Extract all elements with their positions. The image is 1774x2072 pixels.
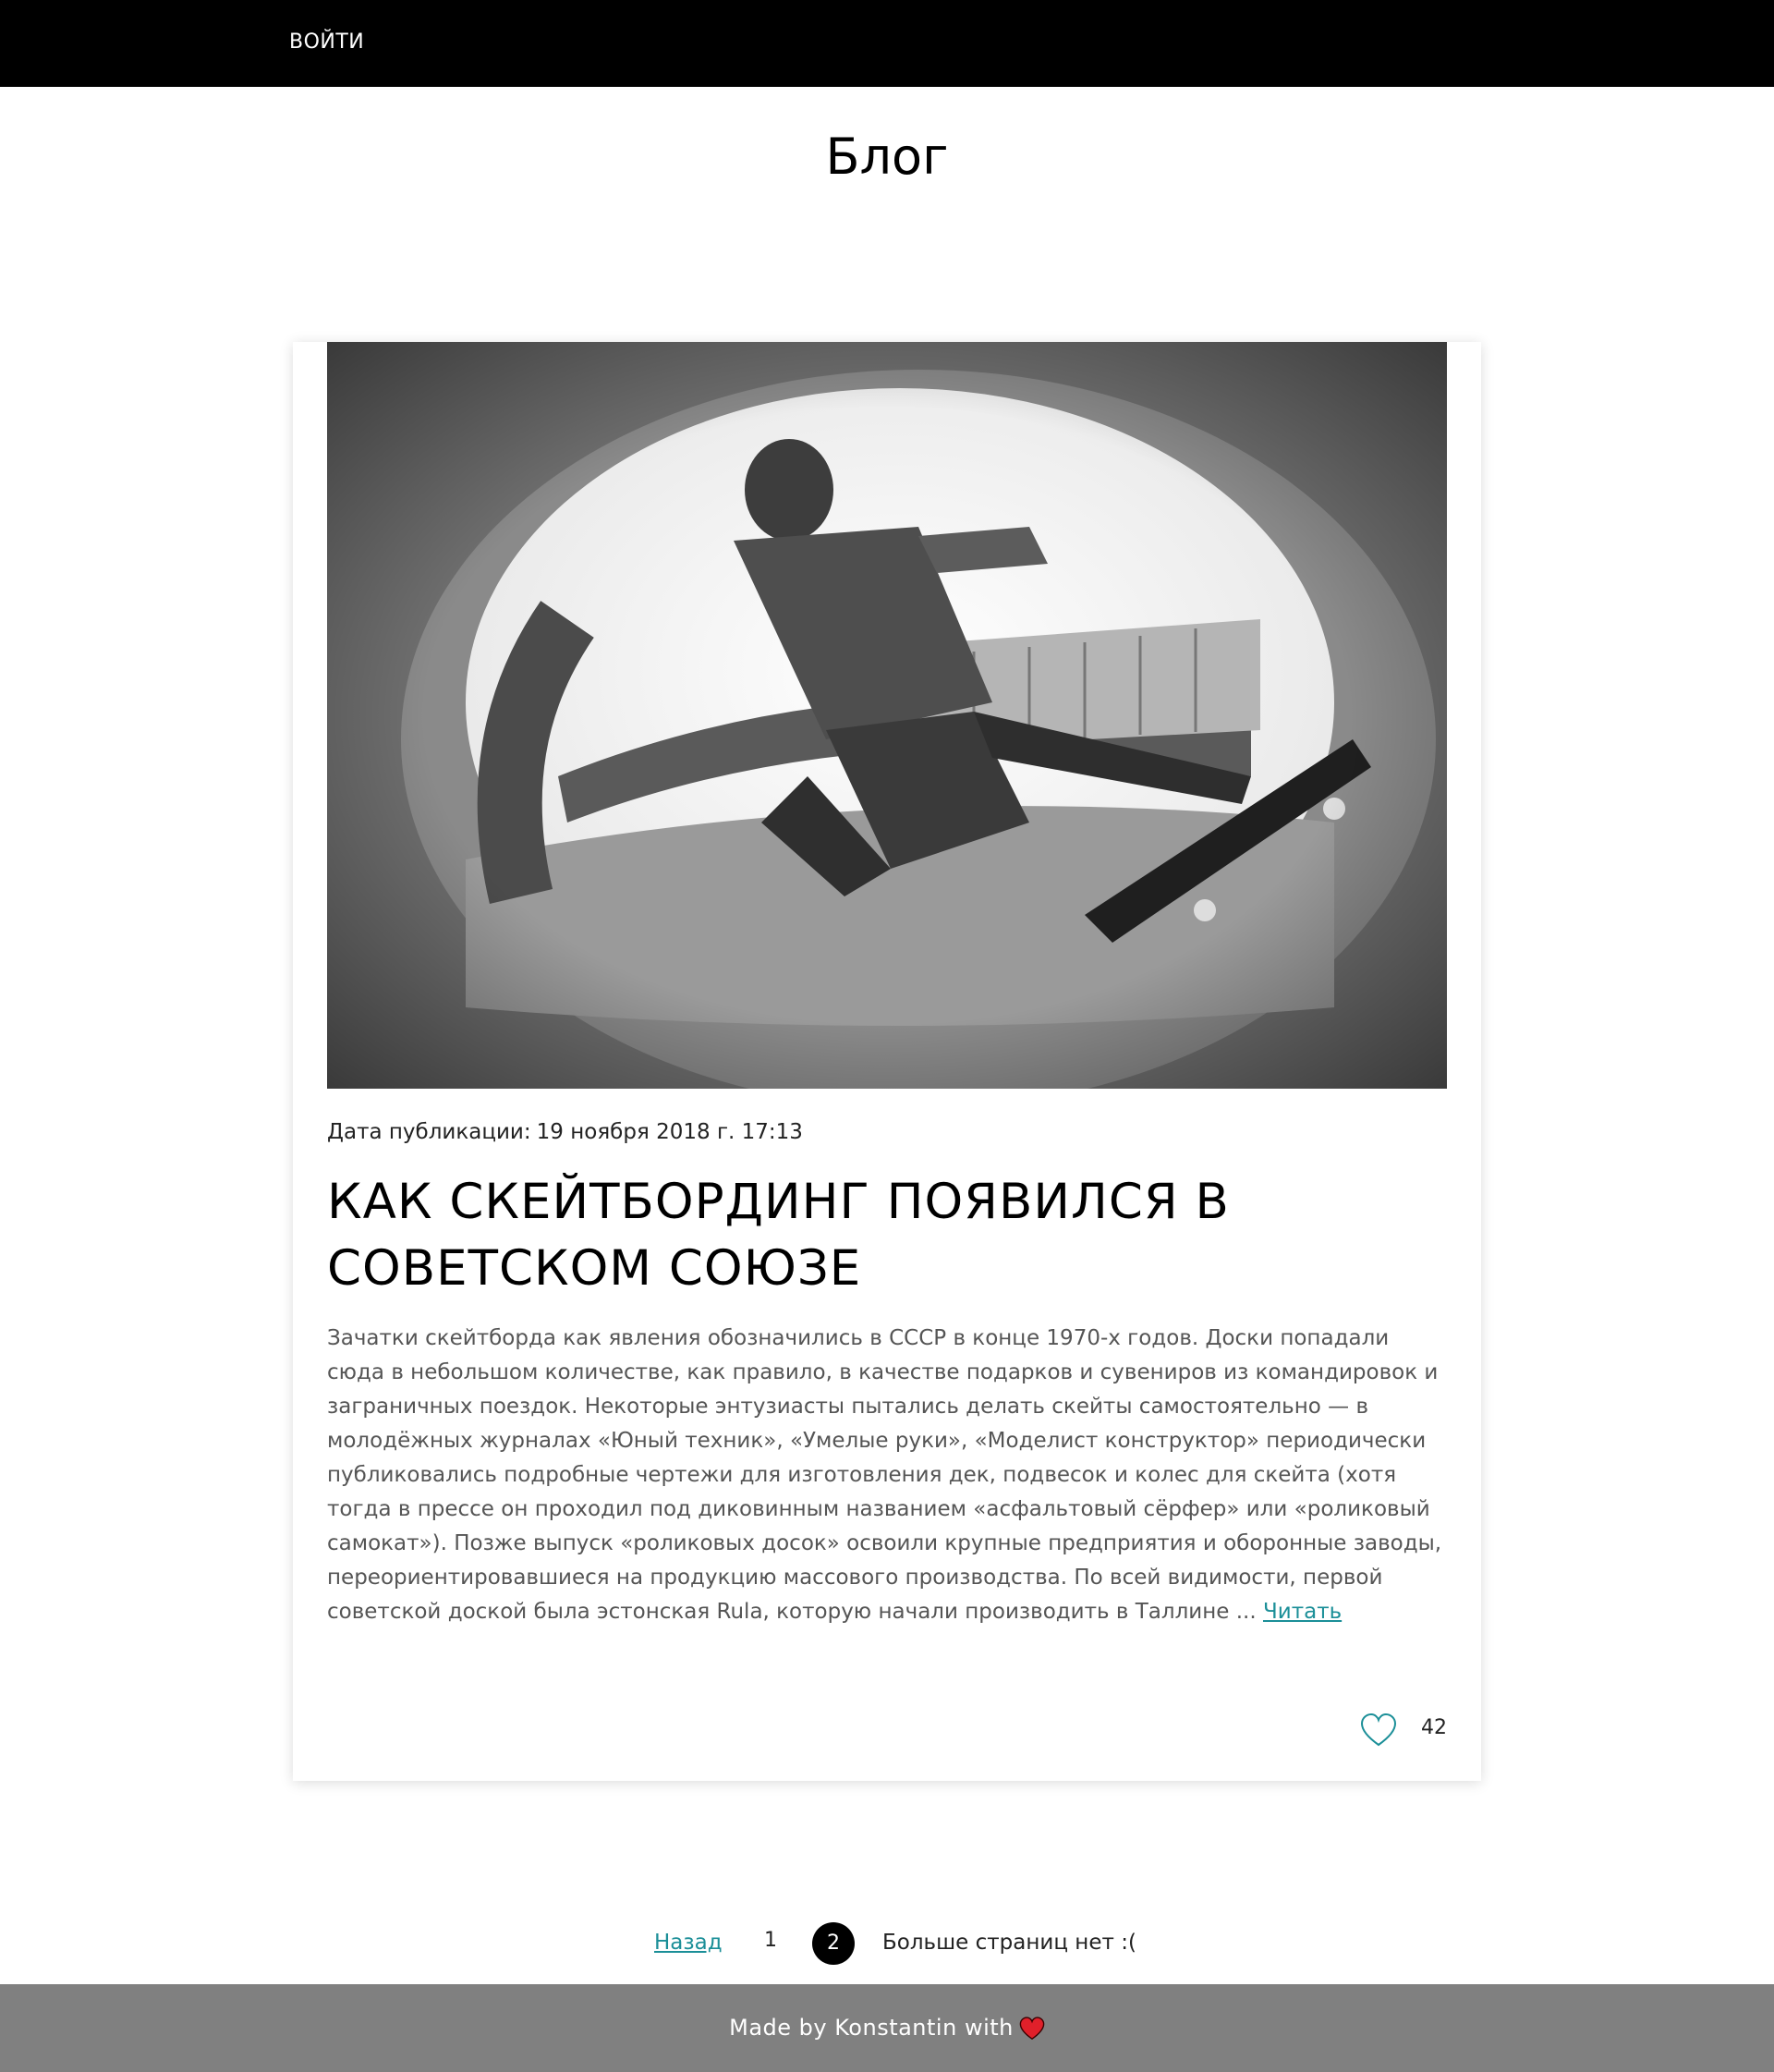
- post-title[interactable]: КАК СКЕЙТБОРДИНГ ПОЯВИЛСЯ В СОВЕТСКОМ СО…: [327, 1169, 1447, 1302]
- publication-date-value: 19 ноября 2018 г. 17:13: [536, 1120, 803, 1144]
- heart-outline-icon: [1360, 1712, 1397, 1747]
- post-excerpt: Зачатки скейтборда как явления обозначил…: [327, 1322, 1447, 1629]
- skatepark-photo: [327, 342, 1447, 1089]
- login-link[interactable]: ВОЙТИ: [289, 30, 364, 54]
- like-count: 42: [1421, 1716, 1447, 1739]
- footer: Made by Konstantin with: [0, 1984, 1774, 2072]
- top-navbar: ВОЙТИ: [0, 0, 1774, 87]
- publication-date: Дата публикации: 19 ноября 2018 г. 17:13: [327, 1120, 803, 1144]
- footer-text: Made by Konstantin with: [729, 2015, 1014, 2041]
- prev-page-link[interactable]: Назад: [654, 1931, 723, 1955]
- footer-credit: Made by Konstantin with: [0, 1984, 1774, 2072]
- page-link-2-current[interactable]: 2: [812, 1922, 855, 1965]
- pagination: Назад 1 2 Больше страниц нет :(: [0, 1922, 1774, 1965]
- post-excerpt-text: Зачатки скейтборда как явления обозначил…: [327, 1326, 1442, 1624]
- post-card: Дата публикации: 19 ноября 2018 г. 17:13 …: [293, 342, 1481, 1781]
- page-title: Блог: [825, 128, 949, 186]
- post-image[interactable]: [327, 342, 1447, 1089]
- page-link-1[interactable]: 1: [764, 1929, 777, 1952]
- heart-icon: [1019, 2017, 1045, 2041]
- like-button[interactable]: [1360, 1712, 1397, 1749]
- read-more-link[interactable]: Читать: [1263, 1600, 1342, 1624]
- no-more-pages-message: Больше страниц нет :(: [882, 1931, 1136, 1955]
- publication-date-label: Дата публикации:: [327, 1120, 531, 1144]
